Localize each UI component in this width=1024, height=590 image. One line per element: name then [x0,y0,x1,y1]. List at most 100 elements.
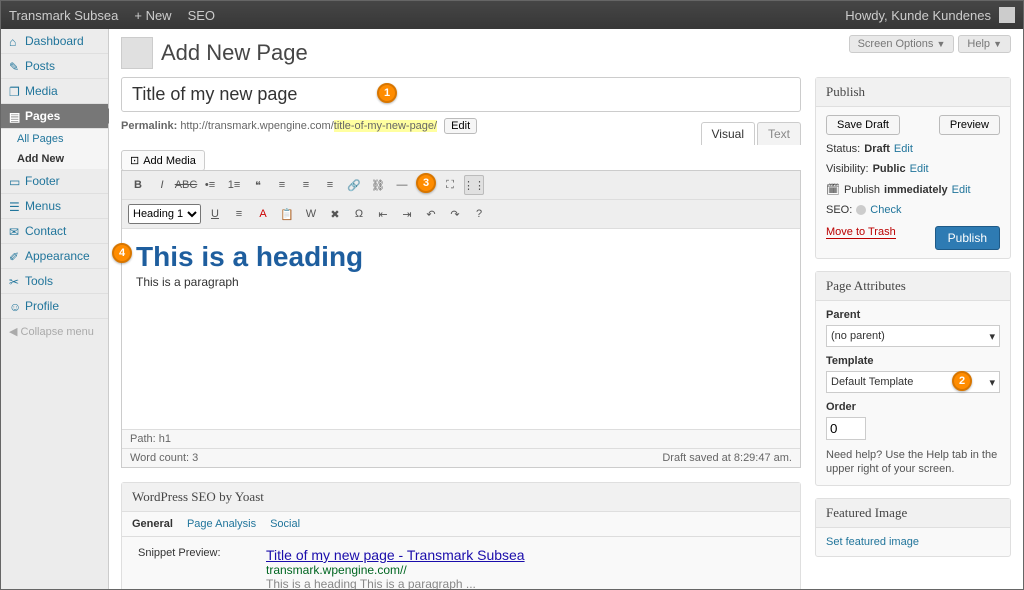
sidebar-item-tools[interactable]: ✂Tools [1,269,108,294]
bullet-list-button[interactable]: •≡ [200,175,220,195]
tab-text[interactable]: Text [757,122,801,145]
redo-button[interactable]: ↷ [445,204,465,224]
align-right-button[interactable]: ≡ [320,175,340,195]
admin-bar: Transmark Subsea + New SEO Howdy, Kunde … [1,1,1023,29]
page-icon [121,37,153,69]
snippet-preview-label: Snippet Preview: [138,547,238,559]
editor-footer: Word count: 3 Draft saved at 8:29:47 am. [122,448,800,467]
format-select[interactable]: Heading 1 [128,204,201,224]
title-input[interactable] [121,77,801,112]
template-label: Template [826,355,873,367]
avatar[interactable] [999,7,1015,23]
content-heading-h1: This is a heading [136,241,786,273]
edit-schedule-link[interactable]: Edit [952,184,971,196]
set-featured-image-link[interactable]: Set featured image [826,536,919,548]
screen-options-button[interactable]: Screen Options ▼ [849,35,955,53]
preview-button[interactable]: Preview [939,115,1000,135]
sidebar-item-posts[interactable]: ✎Posts [1,54,108,79]
textcolor-button[interactable]: A [253,204,273,224]
fullscreen-button[interactable]: ⛶ [440,175,460,195]
paste-text-button[interactable]: 📋 [277,204,297,224]
align-left-button[interactable]: ≡ [272,175,292,195]
number-list-button[interactable]: 1≡ [224,175,244,195]
add-media-button[interactable]: ⊡ Add Media [121,150,205,171]
adminbar-howdy[interactable]: Howdy, Kunde Kundenes [845,8,991,23]
publish-button[interactable]: Publish [935,226,1000,250]
parent-select[interactable]: (no parent)▾ [826,325,1000,347]
adminbar-site[interactable]: Transmark Subsea [9,8,118,23]
seo-box-title: WordPress SEO by Yoast [122,483,800,512]
sidebar-item-footer[interactable]: ▭Footer [1,169,108,194]
draft-saved-text: Draft saved at 8:29:47 am. [654,449,800,467]
undo-button[interactable]: ↶ [421,204,441,224]
annotation-badge-1: 1 [377,83,397,103]
annotation-badge-3: 3 [416,173,436,193]
kitchensink-button[interactable]: ⋮⋮ [464,175,484,195]
word-count: 3 [192,452,198,464]
chevron-down-icon: ▼ [993,39,1002,49]
order-input[interactable] [826,417,866,440]
sidebar-sub-add-new[interactable]: Add New [1,149,108,169]
clear-format-button[interactable]: ✖ [325,204,345,224]
sidebar-item-pages[interactable]: ▤Pages [1,104,108,129]
publish-box: Publish Save Draft Preview Status: Draft… [815,77,1011,259]
strike-button[interactable]: ABC [176,175,196,195]
pin-icon: ✎ [9,60,21,72]
editor-box: B I ABC •≡ 1≡ ❝ ≡ ≡ ≡ 🔗 ⛓ — ✓ ⛶ [121,170,801,468]
justify-button[interactable]: ≡ [229,204,249,224]
blockquote-button[interactable]: ❝ [248,175,268,195]
seo-tab-page-analysis[interactable]: Page Analysis [187,518,256,530]
bold-button[interactable]: B [128,175,148,195]
seo-check-link[interactable]: Check [870,204,901,216]
select-arrows-icon: ▾ [989,376,995,389]
snippet-title[interactable]: Title of my new page - Transmark Subsea [266,547,525,563]
move-to-trash-link[interactable]: Move to Trash [826,226,896,239]
sidebar-item-menus[interactable]: ☰Menus [1,194,108,219]
select-arrows-icon: ▾ [989,330,995,343]
dashboard-icon: ⌂ [9,35,21,47]
template-select[interactable]: Default Template▾ [826,371,1000,393]
collapse-menu[interactable]: ◀ Collapse menu [1,319,108,344]
edit-visibility-link[interactable]: Edit [910,163,929,175]
link-button[interactable]: 🔗 [344,175,364,195]
unlink-button[interactable]: ⛓ [368,175,388,195]
sidebar-item-dashboard[interactable]: ⌂Dashboard [1,29,108,54]
sidebar-item-appearance[interactable]: ✐Appearance [1,244,108,269]
featured-image-box: Featured Image Set featured image [815,498,1011,557]
main-content: Screen Options ▼ Help ▼ Add New Page 1 P… [109,29,1023,589]
help-button[interactable]: Help ▼ [958,35,1011,53]
paste-word-button[interactable]: W [301,204,321,224]
camera-icon: ⊡ [130,154,139,167]
special-char-button[interactable]: Ω [349,204,369,224]
sidebar-item-profile[interactable]: ☺Profile [1,294,108,319]
outdent-button[interactable]: ⇤ [373,204,393,224]
editor-content[interactable]: 4 This is a heading This is a paragraph [122,229,800,429]
save-draft-button[interactable]: Save Draft [826,115,900,135]
sidebar-item-media[interactable]: ❐Media [1,79,108,104]
chevron-down-icon: ▼ [936,39,945,49]
menus-icon: ☰ [9,200,21,212]
adminbar-seo[interactable]: SEO [188,8,215,23]
align-center-button[interactable]: ≡ [296,175,316,195]
more-button[interactable]: — [392,175,412,195]
admin-sidebar: ⌂Dashboard ✎Posts ❐Media ▤Pages All Page… [1,29,109,589]
indent-button[interactable]: ⇥ [397,204,417,224]
seo-tab-general[interactable]: General [132,518,173,530]
help-icon-button[interactable]: ? [469,204,489,224]
parent-label: Parent [826,309,860,321]
adminbar-new[interactable]: + New [134,8,171,23]
underline-button[interactable]: U [205,204,225,224]
italic-button[interactable]: I [152,175,172,195]
calendar-icon: 🗓 [826,183,840,196]
sidebar-item-contact[interactable]: ✉Contact [1,219,108,244]
sidebar-sub-all-pages[interactable]: All Pages [1,129,108,149]
edit-status-link[interactable]: Edit [894,143,913,155]
tab-visual[interactable]: Visual [701,122,755,145]
sidebar-submenu-pages: All Pages Add New [1,129,108,169]
snippet-url: transmark.wpengine.com// [266,563,525,577]
seo-tab-social[interactable]: Social [270,518,300,530]
edit-permalink-button[interactable]: Edit [444,118,477,134]
permalink-slug[interactable]: title-of-my-new-page/ [334,120,437,132]
page-attributes-box: Page Attributes Parent (no parent)▾ Temp… [815,271,1011,486]
help-text: Need help? Use the Help tab in the upper… [826,448,1000,477]
